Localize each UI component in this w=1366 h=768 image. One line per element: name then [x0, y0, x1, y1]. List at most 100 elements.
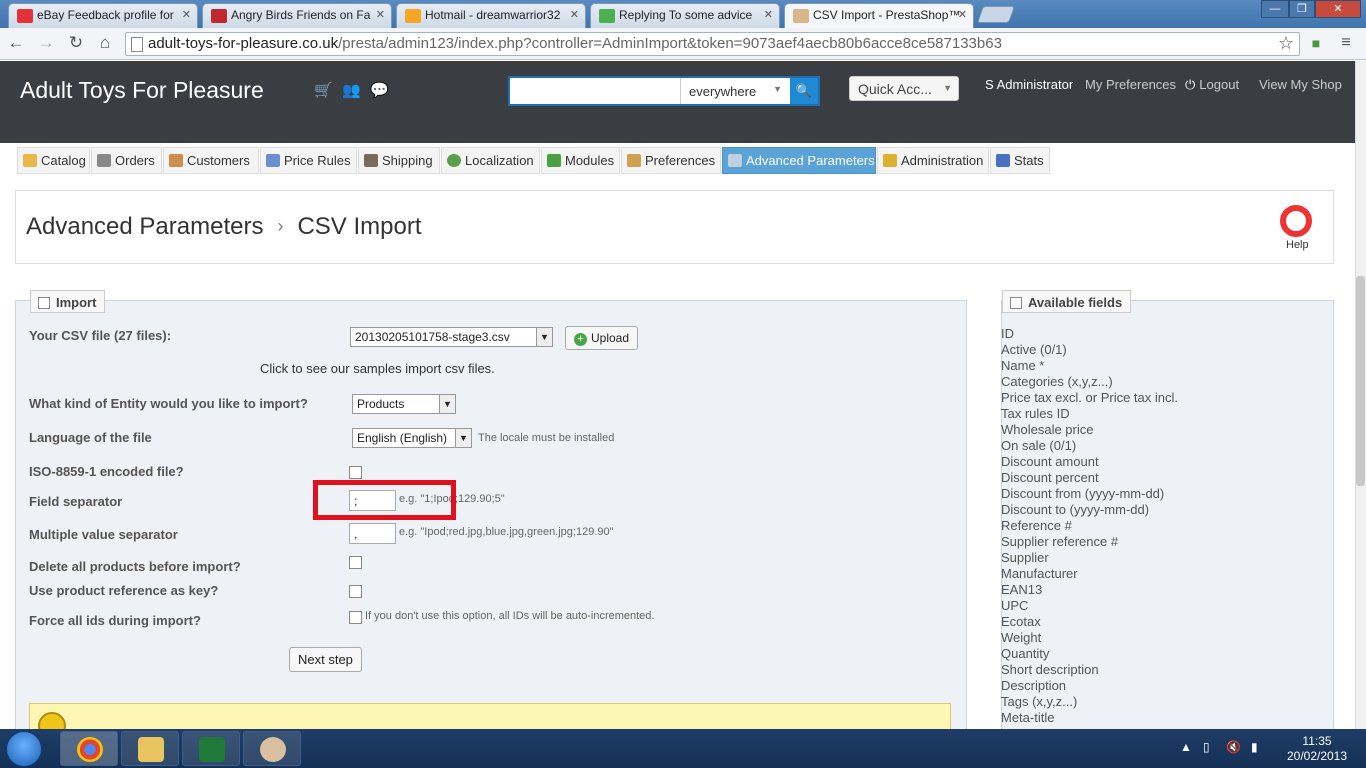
preferences-icon	[627, 154, 641, 167]
extension-icon[interactable]: ■	[1306, 33, 1326, 53]
excel-icon	[199, 737, 225, 762]
force-ids-hint: If you don't use this option, all IDs wi…	[365, 610, 655, 622]
scrollbar-thumb[interactable]	[1356, 276, 1365, 486]
entity-value: Products	[357, 397, 405, 411]
key-icon	[883, 154, 897, 167]
next-step-button[interactable]: Next step	[289, 647, 362, 672]
close-icon[interactable]: ✕	[570, 8, 579, 21]
tab-modules[interactable]: Modules	[541, 147, 620, 174]
maximize-button[interactable]: ❐	[1289, 0, 1315, 18]
back-arrow-icon[interactable]: ←	[6, 33, 26, 53]
close-window-button[interactable]: ✕	[1315, 0, 1361, 18]
forward-arrow-icon[interactable]: →	[36, 33, 56, 53]
tray-device-icon[interactable]: ▯	[1203, 740, 1210, 754]
tab-administration[interactable]: Administration	[877, 147, 989, 174]
browser-tab-angry-birds[interactable]: Angry Birds Friends on Fa ✕	[202, 3, 392, 28]
close-icon[interactable]: ✕	[376, 8, 385, 21]
delete-products-checkbox[interactable]	[349, 556, 362, 569]
close-icon[interactable]: ✕	[764, 8, 773, 21]
tab-advanced-parameters[interactable]: Advanced Parameters	[722, 147, 876, 174]
wrench-menu-icon[interactable]: ≡	[1336, 33, 1356, 53]
minimize-button[interactable]: —	[1261, 0, 1289, 18]
quick-access-label: Quick Acc...	[858, 81, 932, 97]
tab-title: Hotmail - dreamwarrior32	[425, 8, 561, 22]
menu-label: Orders	[115, 153, 155, 168]
help-lifebuoy-icon[interactable]	[1280, 205, 1312, 237]
tab-orders[interactable]: Orders	[91, 147, 162, 174]
taskbar-excel[interactable]	[182, 731, 240, 766]
bookmark-star-icon[interactable]: ☆	[1276, 33, 1296, 53]
messages-icon[interactable]: 💬	[370, 81, 389, 99]
csv-file-select[interactable]: 20130205101758-stage3.csv ▼	[350, 327, 553, 347]
field-item: Discount from (yyyy-mm-dd)	[1001, 486, 1165, 501]
ebay-favicon-icon	[17, 9, 33, 23]
force-ids-label: Force all ids during import?	[29, 613, 201, 628]
help-label[interactable]: Help	[1286, 239, 1309, 251]
shop-name[interactable]: Adult Toys For Pleasure	[20, 77, 264, 104]
use-reference-checkbox[interactable]	[349, 585, 362, 598]
taskbar-chrome[interactable]	[60, 731, 118, 766]
menu-label: Customers	[187, 153, 250, 168]
tab-shipping[interactable]: Shipping	[358, 147, 440, 174]
tab-price-rules[interactable]: Price Rules	[260, 147, 357, 174]
home-icon[interactable]: ⌂	[95, 33, 115, 53]
entity-select[interactable]: Products ▼	[352, 394, 456, 414]
search-scope-select[interactable]: everywhere ▼	[680, 78, 790, 104]
reload-icon[interactable]: ↻	[66, 33, 86, 53]
field-item: Discount percent	[1001, 470, 1099, 485]
close-icon[interactable]: ✕	[182, 8, 191, 21]
browser-tab-hotmail[interactable]: Hotmail - dreamwarrior32 ✕	[396, 3, 586, 28]
close-icon[interactable]: ✕	[958, 8, 967, 21]
folder-icon	[23, 154, 37, 167]
upload-button[interactable]: + Upload	[565, 326, 639, 350]
field-item: Meta-title	[1001, 710, 1055, 725]
samples-link[interactable]: Click to see our samples import csv file…	[260, 361, 495, 376]
search-input[interactable]	[512, 80, 676, 102]
logout-link[interactable]: ⏻ Logout	[1185, 77, 1239, 93]
search-button[interactable]: 🔍	[790, 78, 818, 104]
network-icon[interactable]: ▮	[1251, 740, 1258, 754]
bar-chart-icon	[996, 154, 1010, 167]
volume-muted-icon[interactable]: 🔇	[1226, 740, 1241, 754]
field-item: Discount amount	[1001, 454, 1099, 469]
tab-stats[interactable]: Stats	[990, 147, 1050, 174]
chevron-down-icon: ▼	[773, 84, 782, 94]
taskbar-paint[interactable]	[243, 731, 301, 766]
field-item: On sale (0/1)	[1001, 438, 1077, 453]
breadcrumb-parent[interactable]: Advanced Parameters	[26, 213, 263, 240]
menu-label: Modules	[565, 153, 615, 168]
tab-preferences[interactable]: Preferences	[621, 147, 721, 174]
menu-label: Preferences	[645, 153, 716, 168]
upload-label: Upload	[591, 331, 630, 345]
multi-separator-input[interactable]	[349, 523, 396, 544]
tray-arrow-icon[interactable]: ▲	[1180, 740, 1192, 754]
taskbar-explorer[interactable]	[121, 731, 179, 766]
breadcrumb: Advanced Parameters › CSV Import	[26, 213, 422, 241]
new-tab-button[interactable]	[976, 6, 1016, 23]
tab-catalog[interactable]: Catalog	[17, 147, 90, 174]
start-button[interactable]	[6, 731, 42, 767]
chevron-down-icon: ▼	[536, 328, 552, 346]
browser-tab-ebay[interactable]: eBay Feedback profile for ✕	[8, 3, 198, 28]
browser-tab-csv-import[interactable]: CSV Import - PrestaShop™ ✕	[784, 3, 974, 29]
tab-localization[interactable]: Localization	[441, 147, 540, 174]
force-ids-checkbox[interactable]	[349, 611, 362, 624]
language-select[interactable]: English (English) ▼	[352, 428, 472, 448]
my-preferences-link[interactable]: My Preferences	[1085, 77, 1176, 92]
view-shop-link[interactable]: View My Shop	[1259, 77, 1342, 92]
taskbar-clock[interactable]: 11:35 20/02/2013	[1282, 734, 1352, 764]
csv-file-value: 20130205101758-stage3.csv	[355, 330, 510, 344]
employee-name[interactable]: S Administrator	[985, 77, 1073, 92]
fields-icon	[1010, 297, 1022, 309]
available-fields-legend: Available fields	[1002, 290, 1132, 313]
tab-customers[interactable]: Customers	[163, 147, 259, 174]
customers-icon[interactable]: 👥	[342, 81, 361, 99]
iso-checkbox[interactable]	[349, 466, 362, 479]
url-host: adult-toys-for-pleasure.co.uk	[148, 35, 339, 52]
quick-access-select[interactable]: Quick Acc... ▼	[849, 76, 959, 101]
user-icon	[169, 154, 183, 167]
field-item: Ecotax	[1001, 614, 1041, 629]
cart-icon[interactable]: 🛒	[314, 81, 333, 99]
address-bar[interactable]: adult-toys-for-pleasure.co.uk/presta/adm…	[125, 32, 1300, 56]
browser-tab-replying[interactable]: Replying To some advice ✕	[590, 3, 780, 28]
